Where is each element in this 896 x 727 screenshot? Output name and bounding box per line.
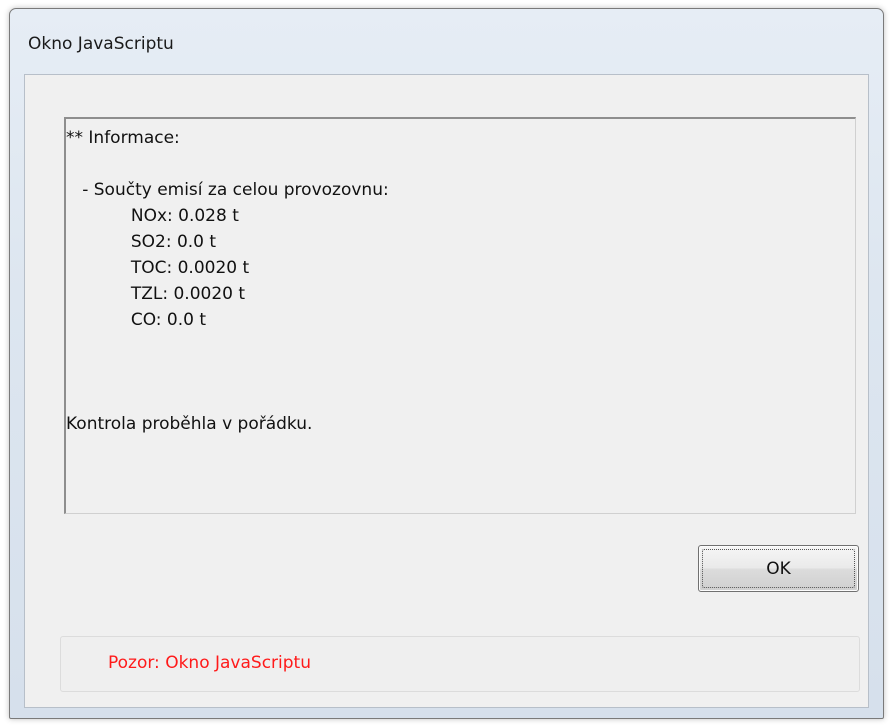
ok-button[interactable]: OK	[698, 545, 859, 592]
warning-text: Pozor: Okno JavaScriptu	[108, 653, 311, 673]
message-line: TOC: 0.0020 t	[66, 258, 250, 278]
message-line: ** Informace:	[66, 128, 180, 148]
ok-button-label: OK	[766, 558, 791, 579]
message-line	[66, 385, 855, 411]
message-line: TZL: 0.0020 t	[66, 284, 246, 304]
message-line: NOx: 0.028 t	[66, 206, 239, 226]
message-line	[66, 333, 855, 359]
message-line	[66, 151, 855, 177]
window-title: Okno JavaScriptu	[28, 34, 174, 54]
message-line: SO2: 0.0 t	[66, 232, 217, 252]
message-line: CO: 0.0 t	[66, 310, 207, 330]
title-bar[interactable]: Okno JavaScriptu	[10, 9, 883, 73]
javascript-dialog-window: Okno JavaScriptu ** Informace: - Součty …	[9, 8, 884, 719]
message-line	[66, 359, 855, 385]
message-text-area: ** Informace: - Součty emisí za celou pr…	[64, 117, 856, 514]
warning-bar: Pozor: Okno JavaScriptu	[60, 636, 860, 692]
dialog-client-area: ** Informace: - Součty emisí za celou pr…	[24, 74, 869, 708]
message-line: - Součty emisí za celou provozovnu:	[66, 180, 389, 200]
message-line: Kontrola proběhla v pořádku.	[66, 414, 313, 434]
